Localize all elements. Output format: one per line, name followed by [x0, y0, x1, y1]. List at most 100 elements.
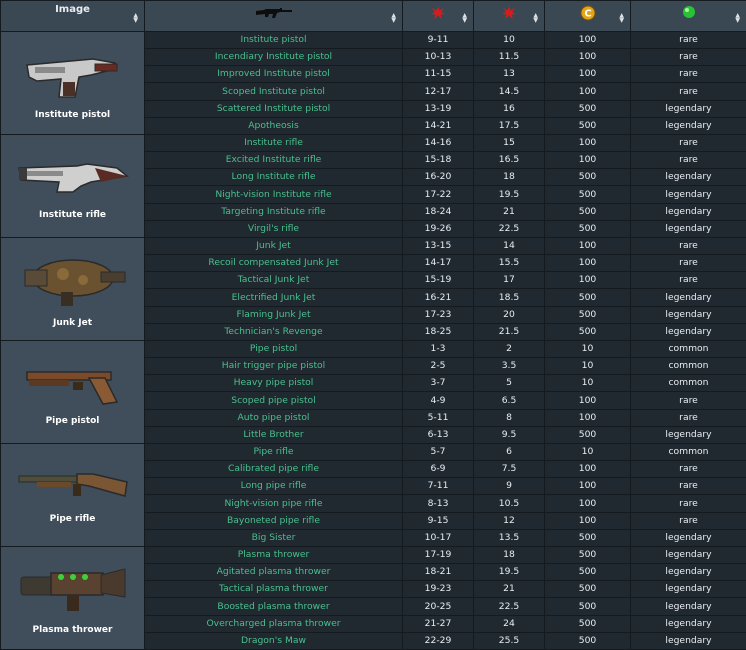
damage-range-cell: 20-25: [402, 597, 474, 616]
damage-average-cell: 6: [473, 442, 545, 462]
caps-value-cell: 500: [544, 288, 631, 307]
rarity-cell: rare: [630, 82, 746, 101]
damage-average-cell: 17.5: [473, 116, 545, 136]
caps-value-cell: 100: [544, 236, 631, 256]
sort-arrows-icon[interactable]: ▲ ▼: [462, 13, 467, 24]
rarity-cell: rare: [630, 408, 746, 427]
weapon-name-link[interactable]: Dragon's Maw: [144, 631, 403, 650]
damage-range-cell: 8-13: [402, 494, 474, 513]
table-row: Institute rifle Institute rifle 14-16 15 100…: [0, 133, 746, 238]
weapon-name-link[interactable]: Heavy pipe pistol: [144, 374, 403, 393]
damage-average-cell: 9: [473, 477, 545, 496]
weapon-name-link[interactable]: Agitated plasma thrower: [144, 563, 403, 582]
rarity-cell: legendary: [630, 322, 746, 342]
weapon-name-link[interactable]: Technician's Revenge: [144, 322, 403, 342]
column-header-caps[interactable]: C ▲ ▼: [544, 0, 631, 32]
rarity-cell: rare: [630, 133, 746, 153]
weapon-name-link[interactable]: Night-vision Institute rifle: [144, 185, 403, 204]
weapon-name-link[interactable]: Pipe pistol: [144, 339, 403, 359]
caps-value-cell: 100: [544, 460, 631, 479]
column-header-damage-avg[interactable]: ▲ ▼: [473, 0, 545, 32]
damage-average-cell: 14.5: [473, 82, 545, 101]
weapon-name-link[interactable]: Recoil compensated Junk Jet: [144, 254, 403, 273]
damage-average-cell: 9.5: [473, 425, 545, 445]
weapon-name-link[interactable]: Pipe rifle: [144, 442, 403, 462]
weapon-name-link[interactable]: Electrified Junk Jet: [144, 288, 403, 307]
damage-range-cell: 5-11: [402, 408, 474, 427]
damage-average-cell: 18.5: [473, 288, 545, 307]
table-row: Plasma thrower Plasma thrower 17-19 18 500 le…: [0, 545, 746, 650]
weapon-name-link[interactable]: Big Sister: [144, 528, 403, 548]
damage-range-cell: 6-13: [402, 425, 474, 445]
damage-range-cell: 10-13: [402, 48, 474, 67]
damage-average-cell: 18: [473, 168, 545, 187]
sort-arrows-icon[interactable]: ▲ ▼: [133, 13, 138, 24]
weapon-name-link[interactable]: Improved Institute pistol: [144, 65, 403, 84]
caps-value-cell: 100: [544, 391, 631, 410]
column-header-weapon[interactable]: ▲ ▼: [144, 0, 403, 32]
damage-range-cell: 5-7: [402, 442, 474, 462]
sort-arrows-icon[interactable]: ▲ ▼: [735, 13, 740, 24]
weapon-name-link[interactable]: Calibrated pipe rifle: [144, 460, 403, 479]
damage-average-cell: 21: [473, 580, 545, 599]
caps-value-cell: 500: [544, 563, 631, 582]
weapon-name-link[interactable]: Scattered Institute pistol: [144, 99, 403, 118]
weapon-name-link[interactable]: Excited Institute rifle: [144, 151, 403, 170]
caps-value-cell: 10: [544, 339, 631, 359]
column-header-image[interactable]: Image ▲ ▼: [0, 0, 145, 32]
rarity-cell: rare: [630, 494, 746, 513]
caps-value-cell: 100: [544, 408, 631, 427]
weapon-name-link[interactable]: Long pipe rifle: [144, 477, 403, 496]
weapon-name-link[interactable]: Scoped Institute pistol: [144, 82, 403, 101]
column-header-rarity[interactable]: ▲ ▼: [630, 0, 746, 32]
rarity-cell: legendary: [630, 631, 746, 650]
weapon-name-link[interactable]: Night-vision pipe rifle: [144, 494, 403, 513]
weapon-name-link[interactable]: Little Brother: [144, 425, 403, 445]
weapon-name-link[interactable]: Institute pistol: [144, 30, 403, 50]
table-row: Junk Jet Junk Jet 13-15 14 100 rare: [0, 236, 746, 341]
weapon-name-link[interactable]: Scoped pipe pistol: [144, 391, 403, 410]
damage-range-cell: 18-21: [402, 563, 474, 582]
damage-range-cell: 18-25: [402, 322, 474, 342]
damage-splat-icon: [502, 6, 516, 19]
rarity-cell: common: [630, 442, 746, 462]
weapon-name-link[interactable]: Tactical Junk Jet: [144, 271, 403, 290]
damage-range-cell: 14-17: [402, 254, 474, 273]
damage-range-cell: 9-15: [402, 511, 474, 530]
weapon-name-link[interactable]: Apotheosis: [144, 116, 403, 136]
sort-arrows-icon[interactable]: ▲ ▼: [619, 13, 624, 24]
weapon-name-link[interactable]: Boosted plasma thrower: [144, 597, 403, 616]
weapon-name-link[interactable]: Targeting Institute rifle: [144, 202, 403, 221]
weapon-name-link[interactable]: Auto pipe pistol: [144, 408, 403, 427]
caps-value-cell: 500: [544, 425, 631, 445]
weapon-image-cell: Junk Jet: [0, 237, 145, 341]
caps-value-cell: 500: [544, 545, 631, 565]
weapon-name-link[interactable]: Incendiary Institute pistol: [144, 48, 403, 67]
weapon-name-link[interactable]: Flaming Junk Jet: [144, 305, 403, 324]
damage-range-cell: 22-29: [402, 631, 474, 650]
damage-range-cell: 17-23: [402, 305, 474, 324]
sort-arrows-icon[interactable]: ▲ ▼: [391, 13, 396, 24]
column-header-damage-min-max[interactable]: ▲ ▼: [402, 0, 474, 32]
sort-arrows-icon[interactable]: ▲ ▼: [533, 13, 538, 24]
weapon-name-link[interactable]: Plasma thrower: [144, 545, 403, 565]
damage-range-cell: 1-3: [402, 339, 474, 359]
weapon-name-link[interactable]: Hair trigger pipe pistol: [144, 357, 403, 376]
rarity-cell: legendary: [630, 202, 746, 221]
damage-average-cell: 11.5: [473, 48, 545, 67]
weapon-name-link[interactable]: Junk Jet: [144, 236, 403, 256]
caps-value-cell: 500: [544, 305, 631, 324]
weapon-name-link[interactable]: Long Institute rifle: [144, 168, 403, 187]
damage-range-cell: 9-11: [402, 30, 474, 50]
weapon-name-link[interactable]: Tactical plasma thrower: [144, 580, 403, 599]
weapons-table: Image ▲ ▼ ▲ ▼ ▲ ▼ ▲ ▼ C ▲ ▼ ▲ ▼ Institut…: [0, 0, 746, 650]
weapon-name-link[interactable]: Virgil's rifle: [144, 219, 403, 239]
weapon-name-link[interactable]: Overcharged plasma thrower: [144, 614, 403, 633]
weapon-name-link[interactable]: Institute rifle: [144, 133, 403, 153]
damage-range-cell: 7-11: [402, 477, 474, 496]
rarity-cell: legendary: [630, 425, 746, 445]
caps-value-cell: 500: [544, 116, 631, 136]
damage-average-cell: 7.5: [473, 460, 545, 479]
weapon-name-link[interactable]: Bayoneted pipe rifle: [144, 511, 403, 530]
rarity-cell: common: [630, 339, 746, 359]
